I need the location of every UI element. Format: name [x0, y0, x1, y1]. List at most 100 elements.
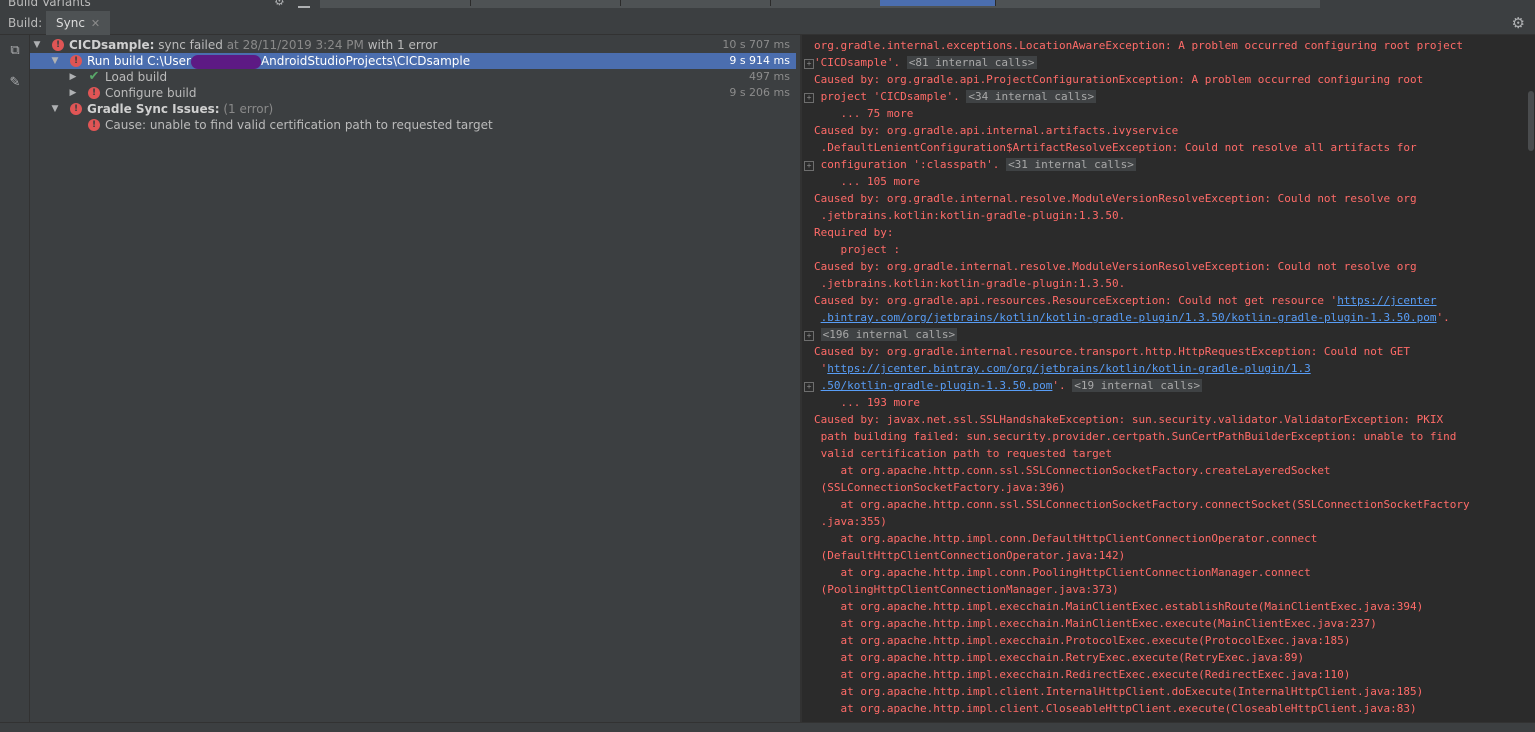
console-text: at org.apache.http.impl.execchain.MainCl…: [814, 600, 1424, 613]
error-icon: !: [88, 87, 100, 99]
console-line: .DefaultLenientConfiguration$ArtifactRes…: [814, 139, 1519, 156]
close-icon[interactable]: ✕: [91, 17, 100, 30]
tree-row-label: Run build C:\User AndroidStudioProjects\C…: [87, 54, 471, 69]
folded-internal-calls[interactable]: <34 internal calls>: [966, 90, 1097, 103]
console-line: <196 internal calls>: [814, 326, 1519, 343]
expand-arrow-icon[interactable]: ▼: [32, 37, 42, 53]
restore-layout-icon[interactable]: ⧉: [7, 43, 23, 59]
console-link[interactable]: https://jcenter.bintray.com/org/jetbrain…: [827, 362, 1310, 375]
console-line: .bintray.com/org/jetbrains/kotlin/kotlin…: [814, 309, 1519, 326]
console-text: .DefaultLenientConfiguration$ArtifactRes…: [814, 141, 1417, 154]
editor-tab-active[interactable]: [880, 0, 996, 6]
console-text: '.: [1052, 379, 1073, 392]
collapse-arrow-icon[interactable]: ▶: [68, 69, 78, 85]
console-text: Caused by: org.gradle.api.ProjectConfigu…: [814, 73, 1424, 86]
console-text: at org.apache.http.impl.execchain.RetryE…: [814, 651, 1305, 664]
tab-sync[interactable]: Sync ✕: [46, 11, 111, 35]
console-line: .50/kotlin-gradle-plugin-1.3.50.pom'. <1…: [814, 377, 1519, 394]
console-text: at org.apache.http.impl.client.InternalH…: [814, 685, 1424, 698]
expand-fold-icon[interactable]: +: [804, 382, 814, 392]
tree-row-cause[interactable]: ! Cause: unable to find valid certificat…: [30, 117, 796, 133]
console-line: at org.apache.http.impl.conn.PoolingHttp…: [814, 564, 1519, 581]
console-text: at org.apache.http.impl.conn.PoolingHttp…: [814, 566, 1311, 579]
console-line: at org.apache.http.impl.conn.DefaultHttp…: [814, 530, 1519, 547]
tool-gear-icon[interactable]: ⚙: [274, 0, 285, 8]
tree-row-configure-build[interactable]: ▶ ! Configure build 9 s 206 ms: [30, 85, 796, 101]
console-line: .java:355): [814, 513, 1519, 530]
build-label: Build:: [8, 16, 43, 30]
tree-row-load-build[interactable]: ▶ ✔ Load build 497 ms: [30, 69, 796, 85]
scrollbar-thumb[interactable]: [1528, 91, 1534, 151]
editor-tab[interactable]: [620, 0, 771, 6]
console-text: org.gradle.internal.exceptions.LocationA…: [814, 39, 1470, 52]
console-line: valid certification path to requested ta…: [814, 445, 1519, 462]
pin-icon[interactable]: ✎: [7, 75, 23, 91]
console-text: project 'CICDsample'.: [814, 90, 967, 103]
expand-fold-icon[interactable]: +: [804, 161, 814, 171]
console-text: at org.apache.http.impl.execchain.MainCl…: [814, 617, 1377, 630]
console-line: Caused by: org.gradle.internal.resource.…: [814, 343, 1519, 360]
expand-fold-icon[interactable]: +: [804, 59, 814, 69]
status-bar: [0, 722, 1535, 732]
expand-arrow-icon[interactable]: ▼: [50, 53, 60, 69]
console-text: Caused by: org.gradle.api.resources.Reso…: [814, 294, 1338, 307]
folded-internal-calls[interactable]: <19 internal calls>: [1072, 379, 1203, 392]
tab-sync-label: Sync: [56, 16, 85, 30]
tree-row-label: Load build: [105, 70, 168, 84]
collapse-arrow-icon[interactable]: ▶: [68, 85, 78, 101]
build-variants-title[interactable]: Build Variants: [8, 0, 91, 9]
console-text: (DefaultHttpClientConnectionOperator.jav…: [814, 549, 1126, 562]
console-line: Required by:: [814, 224, 1519, 241]
console-output[interactable]: org.gradle.internal.exceptions.LocationA…: [802, 35, 1527, 722]
redacted-username: [190, 54, 261, 69]
console-link[interactable]: https://jcenter: [1337, 294, 1436, 307]
folded-internal-calls[interactable]: <81 internal calls>: [906, 56, 1037, 69]
tree-row-root[interactable]: ▼ ! CICDsample: sync failed at 28/11/201…: [30, 37, 796, 53]
editor-tab[interactable]: [470, 0, 621, 6]
console-text: ': [814, 362, 828, 375]
expand-fold-icon[interactable]: +: [804, 93, 814, 103]
editor-tab[interactable]: [320, 0, 471, 6]
minimize-icon[interactable]: [298, 6, 310, 8]
console-line: Caused by: org.gradle.api.ProjectConfigu…: [814, 71, 1519, 88]
console-line: at org.apache.http.conn.ssl.SSLConnectio…: [814, 462, 1519, 479]
console-line: (PoolingHttpClientConnectionManager.java…: [814, 581, 1519, 598]
console-line: Caused by: org.gradle.api.resources.Reso…: [814, 292, 1519, 309]
console-link[interactable]: .bintray.com/org/jetbrains/kotlin/kotlin…: [821, 311, 1437, 324]
folded-internal-calls[interactable]: <31 internal calls>: [1006, 158, 1136, 171]
check-icon: ✔: [88, 69, 100, 84]
expand-fold-icon[interactable]: +: [804, 331, 814, 341]
settings-gear-icon[interactable]: ⚙: [1512, 14, 1525, 32]
console-text: Caused by: org.gradle.api.internal.artif…: [814, 124, 1179, 137]
console-link[interactable]: .50/kotlin-gradle-plugin-1.3.50.pom: [821, 379, 1053, 392]
console-line: at org.apache.http.conn.ssl.SSLConnectio…: [814, 496, 1519, 513]
console-line: Caused by: javax.net.ssl.SSLHandshakeExc…: [814, 411, 1519, 428]
console-line: path building failed: sun.security.provi…: [814, 428, 1519, 445]
console-text: Caused by: javax.net.ssl.SSLHandshakeExc…: [814, 413, 1444, 426]
console-text: (SSLConnectionSocketFactory.java:396): [814, 481, 1066, 494]
console-text: at org.apache.http.impl.client.Closeable…: [814, 702, 1417, 715]
console-text: ... 75 more: [814, 107, 914, 120]
console-line: at org.apache.http.impl.client.InternalH…: [814, 683, 1519, 700]
expand-arrow-icon[interactable]: ▼: [50, 101, 60, 117]
tree-row-gradle-sync-issues[interactable]: ▼ ! Gradle Sync Issues: (1 error): [30, 101, 796, 117]
console-line: 'https://jcenter.bintray.com/org/jetbrai…: [814, 360, 1519, 377]
console-line: .jetbrains.kotlin:kotlin-gradle-plugin:1…: [814, 207, 1519, 224]
console-text: project :: [814, 243, 901, 256]
console-line: Caused by: org.gradle.internal.resolve.M…: [814, 258, 1519, 275]
tree-row-label: Configure build: [105, 86, 197, 100]
console-text: Caused by: org.gradle.internal.resource.…: [814, 345, 1411, 358]
error-icon: !: [88, 119, 100, 131]
folded-internal-calls[interactable]: <196 internal calls>: [820, 328, 958, 341]
console-line: at org.apache.http.impl.client.Closeable…: [814, 700, 1519, 717]
tree-row-label: Cause: unable to find valid certificatio…: [105, 118, 493, 132]
tree-row-run-build[interactable]: ▼ ! Run build C:\User AndroidStudioProjec…: [30, 53, 796, 69]
console-line: Caused by: org.gradle.internal.resolve.M…: [814, 190, 1519, 207]
console-scrollbar[interactable]: [1527, 35, 1535, 722]
console-text: ... 193 more: [814, 396, 920, 409]
console-text: at org.apache.http.impl.conn.DefaultHttp…: [814, 532, 1318, 545]
console-text: configuration ':classpath'.: [814, 158, 1007, 171]
console-line: (DefaultHttpClientConnectionOperator.jav…: [814, 547, 1519, 564]
console-line: at org.apache.http.impl.execchain.MainCl…: [814, 598, 1519, 615]
